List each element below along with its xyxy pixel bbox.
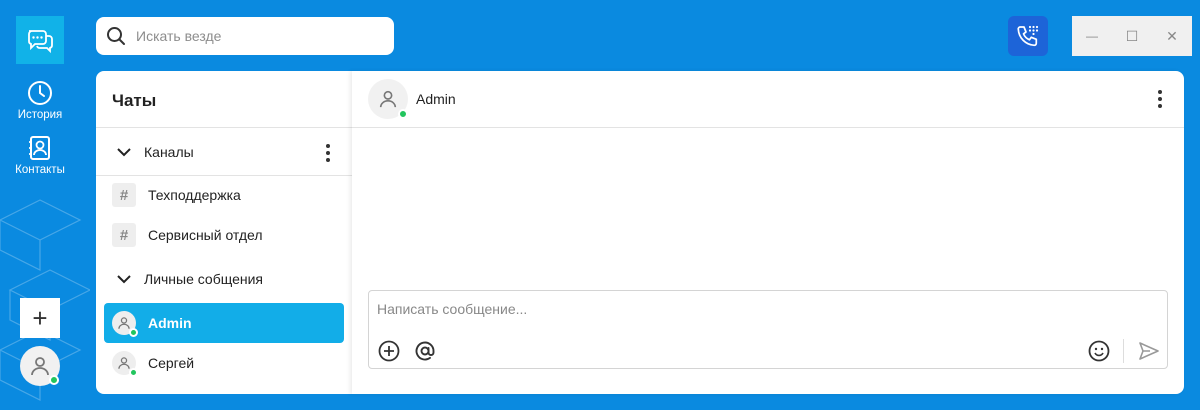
online-status-dot [129, 368, 138, 377]
contacts-book-icon [29, 136, 50, 160]
phone-dialpad-icon [1017, 25, 1039, 47]
global-search[interactable] [96, 17, 394, 55]
direct-messages-section-header[interactable]: Личные собщения [96, 259, 352, 299]
chat-bubbles-icon [28, 30, 53, 54]
send-icon [1139, 342, 1159, 360]
minimize-icon: — [1086, 29, 1098, 43]
nav-history-label: История [17, 109, 63, 121]
chats-panel: Чаты Каналы # Техподдержка # Сервисный о… [96, 71, 352, 394]
attach-button[interactable] [377, 339, 401, 363]
divider [1123, 339, 1124, 363]
online-status-dot [398, 109, 408, 119]
message-input[interactable] [377, 301, 1157, 325]
avatar [112, 311, 138, 337]
at-sign-icon [415, 341, 435, 361]
kebab-menu-icon[interactable] [1158, 90, 1162, 108]
nav-contacts-label: Контакты [15, 164, 65, 176]
emoji-button[interactable] [1087, 339, 1111, 363]
direct-messages-section-label: Личные собщения [144, 271, 264, 287]
send-button[interactable] [1137, 339, 1161, 363]
user-icon [31, 357, 49, 376]
chats-title: Чаты [112, 91, 157, 110]
online-status-dot [49, 375, 59, 385]
channel-item[interactable]: # Техподдержка [104, 175, 344, 215]
app-logo[interactable] [16, 16, 64, 64]
current-user-avatar[interactable] [20, 346, 60, 386]
minimize-button[interactable]: — [1072, 16, 1112, 56]
contact-avatar[interactable] [368, 79, 408, 119]
clock-icon [28, 81, 52, 105]
mention-button[interactable] [413, 339, 437, 363]
window-controls: — ☐ ✕ [1072, 16, 1192, 56]
dm-name: Сергей [148, 355, 195, 371]
smiley-icon [1088, 340, 1110, 362]
nav-contacts[interactable]: Контакты [0, 135, 80, 176]
conversation-panel: Admin [352, 71, 1184, 394]
close-button[interactable]: ✕ [1152, 16, 1192, 56]
chevron-down-icon [117, 148, 131, 157]
kebab-menu-icon[interactable] [326, 144, 330, 162]
online-status-dot [129, 328, 138, 337]
channel-name: Техподдержка [148, 187, 241, 203]
channel-item[interactable]: # Сервисный отдел [104, 215, 344, 255]
dialpad-call-button[interactable] [1008, 16, 1048, 56]
maximize-icon: ☐ [1125, 27, 1139, 44]
conversation-header: Admin [352, 71, 1184, 128]
plus-circle-icon [378, 340, 400, 362]
dm-item-admin[interactable]: Admin [104, 303, 344, 343]
plus-icon: + [32, 302, 48, 333]
divider [96, 127, 352, 128]
hash-icon: # [112, 183, 136, 207]
hash-icon: # [112, 223, 136, 247]
maximize-button[interactable]: ☐ [1112, 16, 1152, 56]
user-icon [118, 317, 130, 329]
channels-section-header[interactable]: Каналы [96, 132, 352, 172]
contact-name: Admin [416, 91, 456, 107]
search-icon [107, 27, 125, 45]
dm-name: Admin [148, 315, 192, 331]
nav-history[interactable]: История [0, 80, 80, 121]
channel-name: Сервисный отдел [148, 227, 263, 243]
user-icon [118, 357, 130, 369]
dm-item-sergey[interactable]: Сергей [104, 343, 344, 383]
search-input[interactable] [136, 28, 376, 44]
channels-section-label: Каналы [144, 144, 194, 160]
avatar [112, 351, 138, 377]
user-icon [379, 90, 397, 108]
chevron-down-icon [117, 275, 131, 284]
message-composer [368, 290, 1168, 369]
add-button[interactable]: + [20, 298, 60, 338]
close-icon: ✕ [1166, 27, 1178, 44]
